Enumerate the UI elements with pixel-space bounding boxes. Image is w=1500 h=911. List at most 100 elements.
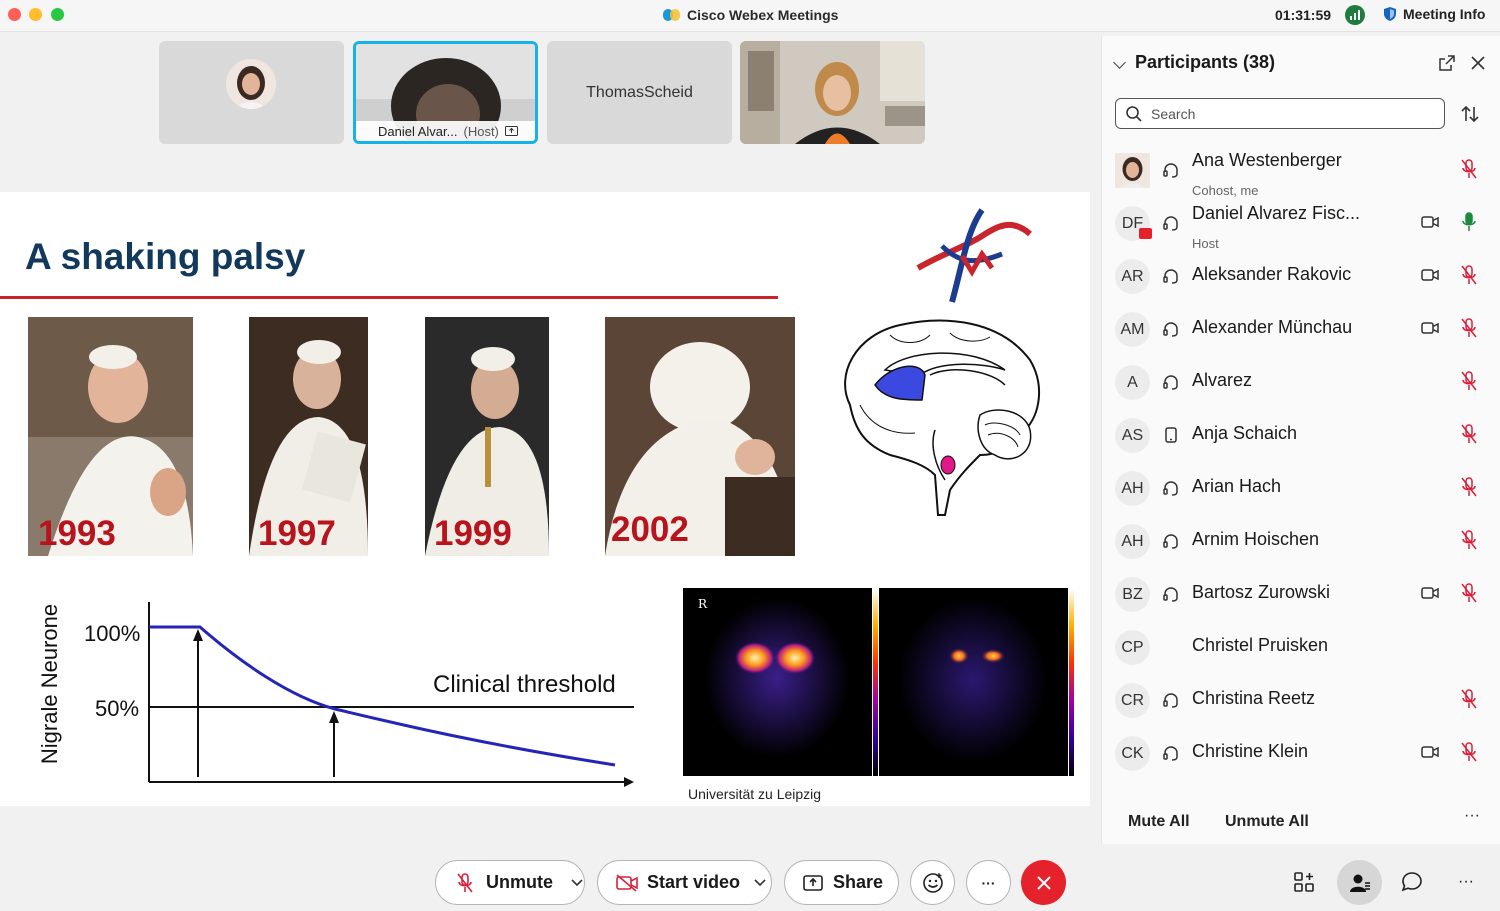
video-tile-daniel[interactable]: Daniel Alvar... (Host) <box>353 41 538 144</box>
title-bar: Cisco Webex Meetings 01:31:59 Meeting In… <box>0 0 1500 32</box>
participant-name: Alexander Münchau <box>1192 317 1353 337</box>
participant-name: Christina Reetz <box>1192 688 1316 708</box>
mic-muted-icon[interactable] <box>1460 583 1478 603</box>
participant-name: Anja Schaich <box>1192 423 1298 443</box>
color-scale-bar <box>873 588 878 776</box>
video-tile-thomas[interactable]: ThomasScheid <box>547 41 732 144</box>
participant-row[interactable]: AH Arnim Hoischen <box>1102 517 1500 569</box>
headset-icon <box>1162 214 1180 232</box>
mute-all-button[interactable]: Mute All <box>1128 813 1190 831</box>
camera-icon <box>1421 215 1439 229</box>
avatar-initials: CP <box>1121 638 1144 656</box>
mic-muted-icon[interactable] <box>1460 318 1478 338</box>
mic-muted-icon[interactable] <box>1460 371 1478 391</box>
avatar: AR <box>1115 259 1150 294</box>
close-icon[interactable] <box>1471 56 1485 70</box>
chevron-down-icon[interactable] <box>571 878 583 887</box>
meeting-info-button[interactable]: Meeting Info <box>1384 6 1485 22</box>
tile-name: ThomasScheid <box>586 83 693 101</box>
avatar-initials: A <box>1127 373 1138 391</box>
headset-icon <box>1162 744 1180 762</box>
participant-row[interactable]: Ana Westenberger Cohost, me <box>1102 146 1500 198</box>
participant-row[interactable]: BZ Bartosz Zurowski <box>1102 570 1500 622</box>
mic-icon[interactable] <box>1460 212 1478 232</box>
shared-slide: A shaking palsy 1993 1997 1999 2002 100%… <box>0 192 1090 806</box>
more-options-icon[interactable]: ··· <box>1452 868 1480 896</box>
mic-muted-icon[interactable] <box>1460 265 1478 285</box>
participant-name: Christine Klein <box>1192 741 1309 761</box>
search-placeholder: Search <box>1151 106 1196 122</box>
participant-row[interactable]: CP Christel Pruisken <box>1102 623 1500 675</box>
year-label: 2002 <box>611 510 689 549</box>
participants-icon <box>1349 874 1370 892</box>
tile-name-label: Daniel Alvar... (Host) <box>356 121 535 141</box>
participant-row[interactable]: AR Aleksander Rakovic <box>1102 252 1500 304</box>
avatar-initials: CK <box>1121 744 1144 762</box>
participant-name: Arnim Hoischen <box>1192 529 1320 549</box>
participants-toggle-button[interactable] <box>1337 860 1382 905</box>
unmute-all-button[interactable]: Unmute All <box>1225 813 1309 831</box>
avatar <box>1115 153 1150 188</box>
start-video-button[interactable]: Start video <box>597 860 772 905</box>
apps-icon[interactable] <box>1290 868 1318 896</box>
avatar: BZ <box>1115 577 1150 612</box>
participant-name: Arian Hach <box>1192 476 1282 496</box>
mic-muted-icon[interactable] <box>1460 159 1478 179</box>
year-label: 1993 <box>38 514 116 553</box>
reactions-button[interactable] <box>910 860 955 905</box>
share-icon <box>803 874 823 891</box>
participant-row[interactable]: DF Daniel Alvarez Fisc... Host <box>1102 199 1500 251</box>
participant-role: Cohost, me <box>1192 183 1259 198</box>
search-input[interactable]: Search <box>1115 98 1445 129</box>
zoom-window-button[interactable] <box>51 8 64 21</box>
network-quality-icon[interactable] <box>1345 5 1365 25</box>
app-title: Cisco Webex Meetings <box>663 7 838 23</box>
headset-icon <box>1162 267 1180 285</box>
more-button[interactable]: ··· <box>966 860 1011 905</box>
slide-title: A shaking palsy <box>25 236 306 277</box>
participant-row[interactable]: A Alvarez <box>1102 358 1500 410</box>
participant-name: Alvarez <box>1192 370 1253 390</box>
tick-50-label: 50% <box>95 696 140 721</box>
participant-row[interactable]: CK Christine Klein <box>1102 729 1500 781</box>
avatar: A <box>1115 365 1150 400</box>
participant-row[interactable]: AS Anja Schaich <box>1102 411 1500 463</box>
unmute-button[interactable]: Unmute <box>435 860 585 905</box>
mic-muted-icon[interactable] <box>1460 530 1478 550</box>
participants-panel: Participants (38) Search Ana Westenberge… <box>1101 36 1500 844</box>
close-window-button[interactable] <box>8 8 21 21</box>
avatar: AH <box>1115 471 1150 506</box>
sort-icon[interactable] <box>1459 103 1481 125</box>
mic-muted-icon[interactable] <box>1460 477 1478 497</box>
mic-muted-icon <box>457 872 473 892</box>
mic-muted-icon[interactable] <box>1460 689 1478 709</box>
video-tile-ana[interactable] <box>159 41 344 144</box>
chat-icon[interactable] <box>1398 868 1426 896</box>
video-tile-participant[interactable] <box>740 41 925 144</box>
popout-icon[interactable] <box>1439 55 1455 71</box>
avatar: AH <box>1115 524 1150 559</box>
more-options-button[interactable]: ··· <box>1464 807 1480 825</box>
spect-scan-right <box>879 588 1068 776</box>
chevron-down-icon[interactable] <box>754 878 766 887</box>
mic-muted-icon[interactable] <box>1460 424 1478 444</box>
panel-title: Participants (38) <box>1135 52 1276 72</box>
participant-name: Bartosz Zurowski <box>1192 582 1331 602</box>
headset-icon <box>1162 532 1180 550</box>
chevron-down-icon[interactable] <box>1113 56 1126 69</box>
headset-icon <box>1162 479 1180 497</box>
minimize-window-button[interactable] <box>29 8 42 21</box>
avatar-initials: AH <box>1121 532 1144 550</box>
participant-role: Host <box>1192 236 1219 251</box>
avatar: CP <box>1115 630 1150 665</box>
participant-row[interactable]: CR Christina Reetz <box>1102 676 1500 728</box>
tick-100-label: 100% <box>84 621 141 646</box>
sharing-badge-icon <box>1139 228 1152 239</box>
participant-row[interactable]: AH Arian Hach <box>1102 464 1500 516</box>
end-meeting-button[interactable] <box>1021 860 1066 905</box>
mic-muted-icon[interactable] <box>1460 742 1478 762</box>
threshold-label: Clinical threshold <box>433 671 616 698</box>
share-button[interactable]: Share <box>784 860 899 905</box>
participant-row[interactable]: AM Alexander Münchau <box>1102 305 1500 357</box>
avatar-initials: AR <box>1121 267 1144 285</box>
